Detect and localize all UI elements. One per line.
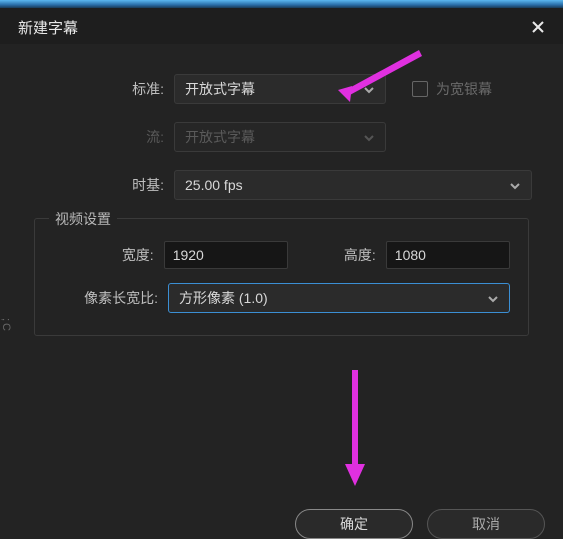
select-par[interactable]: 方形像素 (1.0) <box>168 283 510 313</box>
input-width-value: 1920 <box>173 247 204 263</box>
label-height: 高度: <box>332 245 386 265</box>
label-width: 宽度: <box>53 245 164 265</box>
cancel-button-label: 取消 <box>472 514 500 534</box>
chevron-down-icon <box>363 81 375 97</box>
input-width[interactable]: 1920 <box>164 241 288 269</box>
select-stream: 开放式字幕 <box>174 122 386 152</box>
row-stream: 流: 开放式字幕 <box>24 122 539 152</box>
annotation-arrow-bottom <box>343 370 367 493</box>
fieldset-video-legend: 视频设置 <box>49 209 117 229</box>
label-standard: 标准: <box>24 79 174 99</box>
ok-button-label: 确定 <box>340 514 368 534</box>
input-height[interactable]: 1080 <box>386 241 510 269</box>
checkbox-widescreen[interactable] <box>412 81 428 97</box>
fieldset-video: 视频设置 宽度: 1920 高度: 1080 像素长宽比: 方形像素 (1.0) <box>34 218 529 336</box>
label-stream: 流: <box>24 127 174 147</box>
cancel-button[interactable]: 取消 <box>427 509 545 539</box>
dialog-body: 标准: 开放式字幕 为宽银幕 流: 开放式字幕 时基: 25.00 fps <box>0 44 563 356</box>
checkbox-widescreen-label: 为宽银幕 <box>436 79 492 99</box>
select-timebase-value: 25.00 fps <box>185 177 243 193</box>
label-par: 像素长宽比: <box>53 288 168 308</box>
ok-button[interactable]: 确定 <box>295 509 413 539</box>
chevron-down-icon <box>487 290 499 306</box>
checkbox-widescreen-wrap: 为宽银幕 <box>412 79 492 99</box>
row-timebase: 时基: 25.00 fps <box>24 170 539 200</box>
dialog-title: 新建字幕 <box>18 17 78 38</box>
close-icon <box>531 20 545 34</box>
row-standard: 标准: 开放式字幕 为宽银幕 <box>24 74 539 104</box>
chevron-down-icon <box>509 177 521 193</box>
select-standard[interactable]: 开放式字幕 <box>174 74 386 104</box>
button-row: 确定 取消 <box>295 509 545 539</box>
side-hint-text: ;C <box>0 318 12 333</box>
select-standard-value: 开放式字幕 <box>185 79 255 99</box>
input-height-value: 1080 <box>395 247 426 263</box>
select-par-value: 方形像素 (1.0) <box>179 288 268 308</box>
label-timebase: 时基: <box>24 175 174 195</box>
close-button[interactable] <box>527 16 549 38</box>
title-bar: 新建字幕 <box>0 8 563 44</box>
row-par: 像素长宽比: 方形像素 (1.0) <box>53 283 510 313</box>
select-stream-value: 开放式字幕 <box>185 127 255 147</box>
select-timebase[interactable]: 25.00 fps <box>174 170 532 200</box>
chevron-down-icon <box>363 129 375 145</box>
window-top-edge <box>0 0 563 8</box>
row-dimensions: 宽度: 1920 高度: 1080 <box>53 241 510 269</box>
